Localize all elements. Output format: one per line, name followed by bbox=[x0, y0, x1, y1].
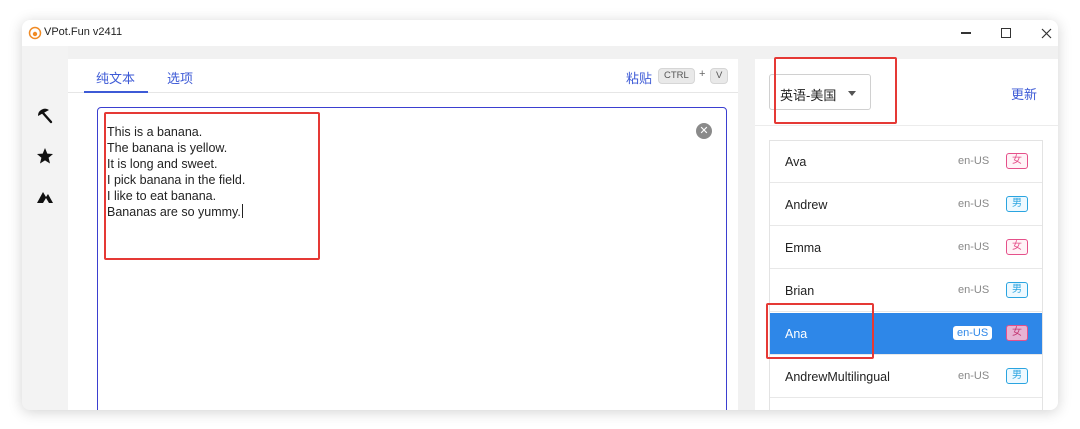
rail-item-mountain[interactable] bbox=[35, 187, 55, 207]
voice-row[interactable]: Emma en-US 女 bbox=[770, 227, 1042, 269]
editor-line: I like to eat banana. bbox=[107, 189, 217, 203]
rail-item-star[interactable] bbox=[35, 146, 55, 166]
app-window: VPot.Fun v2411 纯文本 选项 粘贴 CTRL + V This i… bbox=[22, 20, 1058, 410]
tab-plain-text[interactable]: 纯文本 bbox=[96, 68, 135, 87]
editor-last-line: Bananas are so yummy. bbox=[107, 204, 245, 220]
editor-line: It is long and sweet. bbox=[107, 157, 218, 171]
active-tab-indicator bbox=[84, 91, 148, 93]
voice-panel: 英语-美国 更新 Ava en-US 女 Andrew en-US 男 Emma… bbox=[755, 59, 1058, 410]
gender-badge: 女 bbox=[1006, 239, 1028, 255]
maximize-icon bbox=[1001, 28, 1011, 38]
voice-name: Emma bbox=[785, 241, 822, 255]
umbrella-icon bbox=[37, 108, 53, 124]
voice-name: Ana bbox=[785, 327, 808, 341]
voice-locale: en-US bbox=[958, 241, 990, 253]
side-rail bbox=[22, 46, 68, 410]
voice-row[interactable]: Ava en-US 女 bbox=[770, 141, 1042, 183]
gender-badge: 女 bbox=[1006, 325, 1028, 341]
close-button[interactable] bbox=[1026, 22, 1058, 44]
update-button[interactable]: 更新 bbox=[1011, 84, 1037, 103]
mountain-icon bbox=[37, 192, 53, 203]
language-select[interactable]: 英语-美国 bbox=[769, 74, 871, 110]
text-panel: 纯文本 选项 粘贴 CTRL + V This is a banana. The… bbox=[68, 59, 738, 410]
clear-icon: ✕ bbox=[699, 125, 709, 137]
shortcut-plus: + bbox=[699, 68, 706, 80]
tab-bar: 纯文本 选项 粘贴 CTRL + V bbox=[68, 59, 738, 93]
voice-name: Brian bbox=[785, 284, 815, 298]
language-select-value: 英语-美国 bbox=[780, 88, 837, 103]
title-bar: VPot.Fun v2411 bbox=[22, 20, 1058, 46]
voice-locale: en-US bbox=[958, 284, 990, 296]
editor-line: Bananas are so yummy. bbox=[107, 205, 241, 219]
close-icon bbox=[1041, 28, 1051, 38]
voice-row[interactable]: Brian en-US 男 bbox=[770, 270, 1042, 312]
voice-name: Ava bbox=[785, 155, 807, 169]
gender-badge: 男 bbox=[1006, 196, 1028, 212]
voice-locale: en-US bbox=[958, 198, 990, 210]
editor-line: The banana is yellow. bbox=[107, 141, 228, 155]
minimize-icon bbox=[961, 32, 971, 34]
shortcut-key-v: V bbox=[710, 68, 729, 84]
voice-row-selected[interactable]: Ana en-US 女 bbox=[770, 313, 1042, 355]
voice-locale: en-US bbox=[953, 326, 993, 340]
voice-row[interactable]: Andrew en-US 男 bbox=[770, 184, 1042, 226]
maximize-button[interactable] bbox=[986, 22, 1026, 44]
editor-line: This is a banana. bbox=[107, 125, 203, 139]
shortcut-key-ctrl: CTRL bbox=[658, 68, 695, 84]
paste-button[interactable]: 粘贴 bbox=[626, 68, 652, 87]
window-title: VPot.Fun v2411 bbox=[44, 26, 123, 38]
editor-line: I pick banana in the field. bbox=[107, 173, 246, 187]
voice-name: Andrew bbox=[785, 198, 828, 212]
gender-badge: 女 bbox=[1006, 153, 1028, 169]
text-editor[interactable]: This is a banana. The banana is yellow. … bbox=[97, 107, 727, 410]
tab-options[interactable]: 选项 bbox=[167, 68, 193, 87]
voice-name: AndrewMultilingual bbox=[785, 370, 890, 384]
star-icon bbox=[37, 148, 53, 164]
minimize-button[interactable] bbox=[946, 22, 986, 44]
text-caret bbox=[241, 204, 243, 218]
gender-badge: 男 bbox=[1006, 282, 1028, 298]
gender-badge: 男 bbox=[1006, 368, 1028, 384]
clear-text-button[interactable]: ✕ bbox=[696, 123, 712, 139]
app-logo-icon bbox=[28, 26, 42, 40]
voice-locale: en-US bbox=[958, 370, 990, 382]
editor-content: This is a banana. The banana is yellow. … bbox=[107, 124, 245, 220]
divider bbox=[755, 125, 1058, 126]
rail-item-umbrella[interactable] bbox=[35, 106, 55, 126]
voice-locale: en-US bbox=[958, 155, 990, 167]
voice-list: Ava en-US 女 Andrew en-US 男 Emma en-US 女 … bbox=[769, 140, 1043, 410]
voice-row[interactable]: AndrewMultilingual en-US 男 bbox=[770, 356, 1042, 398]
caret-down-icon bbox=[848, 91, 856, 96]
